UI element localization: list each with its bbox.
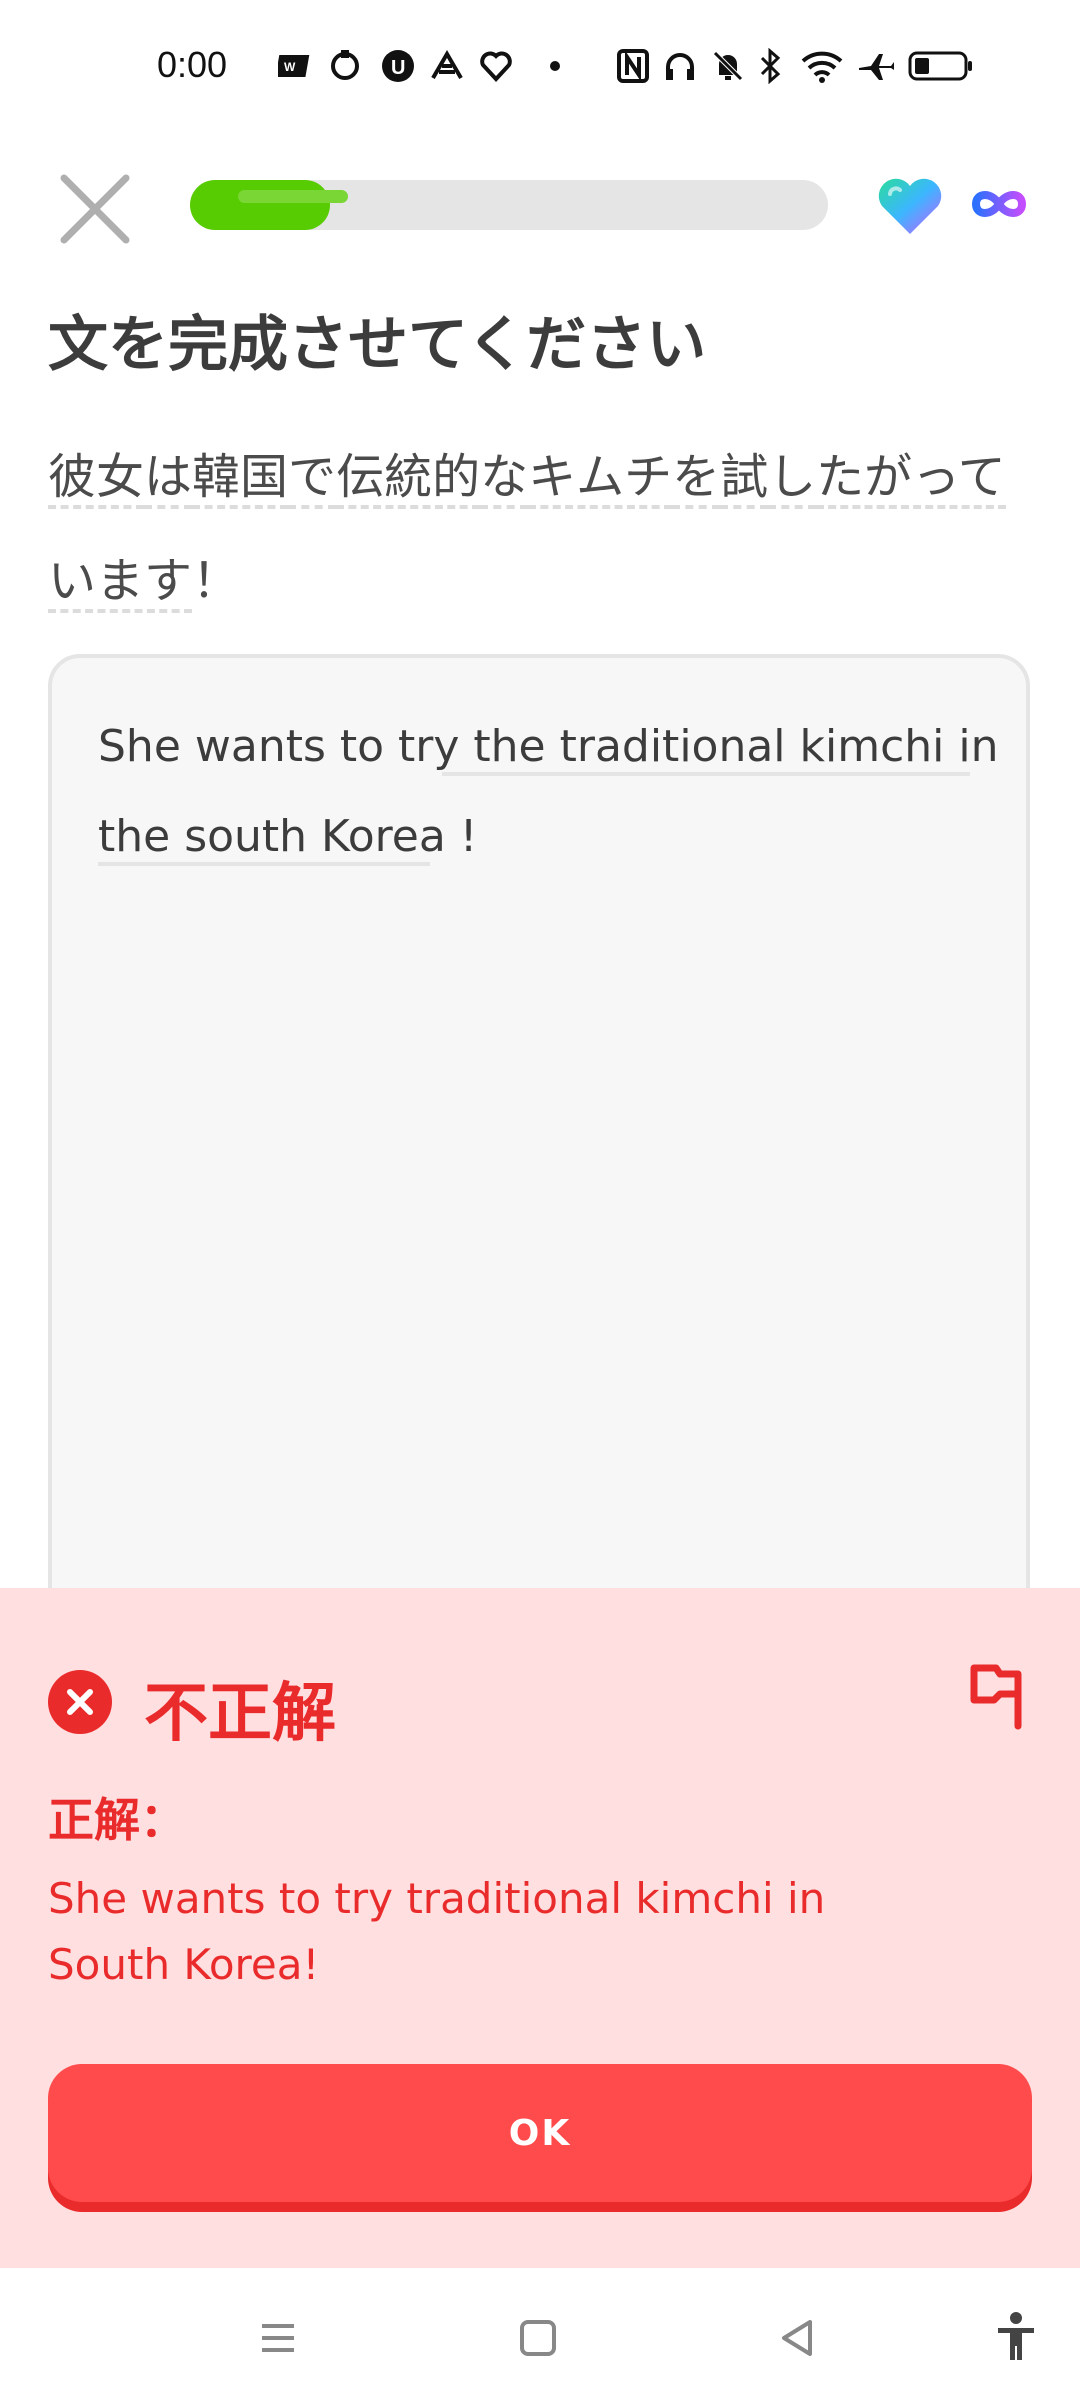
system-nav-bar (0, 2268, 1080, 2400)
lesson-progress-bar (190, 180, 828, 230)
status-bar: 0:00 W U (0, 0, 1080, 140)
prompt-word[interactable]: を (672, 449, 721, 509)
leaf-app-icon (428, 46, 466, 86)
heart-icon[interactable] (876, 176, 944, 238)
answer-text: She wants to try the traditional kimchi … (98, 702, 998, 882)
accessibility-icon[interactable] (986, 2308, 1046, 2368)
prompt-word[interactable]: 試 (720, 449, 769, 509)
prompt-word[interactable]: います (48, 553, 193, 613)
prompt-word[interactable]: し (768, 449, 817, 509)
sync-icon (326, 46, 364, 86)
dot-icon (548, 46, 562, 86)
prompt-word[interactable]: 韓国 (192, 449, 289, 509)
wnw-app-icon: W (278, 46, 312, 86)
nfc-icon (616, 46, 650, 86)
home-icon[interactable] (508, 2308, 568, 2368)
close-icon (60, 174, 130, 244)
answer-underline (98, 862, 430, 866)
bell-off-icon (710, 46, 746, 86)
headphones-icon (662, 46, 698, 86)
u-app-icon: U (380, 46, 416, 86)
answer-underline (442, 772, 970, 776)
infinity-icon (968, 184, 1030, 224)
prompt-word[interactable]: で (288, 449, 337, 509)
page-title: 文を完成させてください (48, 310, 707, 380)
progress-fill (190, 180, 348, 230)
back-icon[interactable] (768, 2308, 828, 2368)
prompt-word[interactable]: たがって (816, 449, 1006, 509)
answer-input-box[interactable]: She wants to try the traditional kimchi … (48, 654, 1030, 1654)
answer-prefix: She wants to try (98, 721, 474, 772)
prompt-word[interactable]: キムチ (528, 449, 673, 509)
svg-text:W: W (284, 60, 296, 74)
feedback-title: 不正解 (144, 1677, 336, 1751)
wifi-icon (800, 46, 844, 86)
heart-app-icon (478, 46, 514, 86)
correct-answer-label: 正解： (48, 1793, 186, 1847)
prompt-word[interactable]: 彼女 (48, 449, 145, 509)
incorrect-icon (48, 1670, 112, 1734)
svg-text:U: U (391, 57, 405, 79)
prompt-word[interactable]: 伝統的 (336, 449, 481, 509)
close-button[interactable] (52, 166, 138, 252)
feedback-panel: 不正解 正解： She wants to try traditional kim… (0, 1588, 1080, 2268)
prompt-word[interactable]: は (144, 449, 193, 509)
prompt-word[interactable]: な (480, 449, 529, 509)
ok-button[interactable]: OK (48, 2064, 1032, 2202)
battery-icon (908, 46, 974, 86)
status-time: 0:00 (157, 44, 228, 85)
answer-typed-line2: the south Korea ! (98, 811, 478, 862)
report-flag-icon[interactable] (964, 1660, 1028, 1732)
correct-answer-text: She wants to try traditional kimchi in S… (48, 1874, 826, 1989)
menu-icon[interactable] (248, 2308, 308, 2368)
answer-typed-line1: the traditional kimchi in (473, 721, 999, 772)
bluetooth-icon (756, 46, 784, 86)
progress-shine (238, 190, 348, 203)
prompt-punctuation: ！ (192, 553, 241, 609)
prompt-sentence: 彼女は韓国で伝統的なキムチを試したがっています！ (48, 425, 1028, 633)
airplane-icon (856, 46, 896, 86)
